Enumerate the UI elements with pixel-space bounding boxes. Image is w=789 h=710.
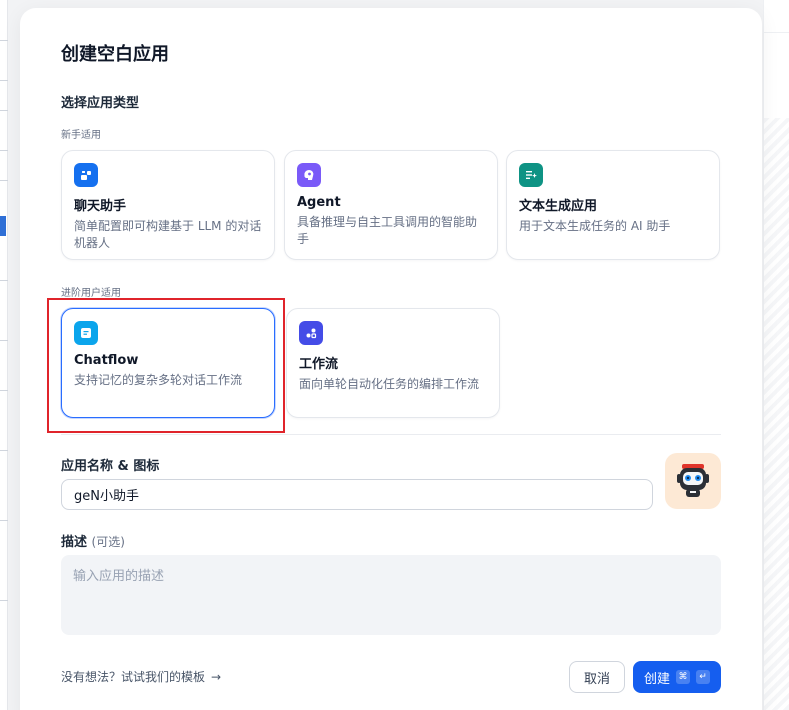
- app-name-label: 应用名称 & 图标: [61, 459, 160, 474]
- selection-highlight-box: [47, 298, 285, 433]
- description-optional-tag: (可选): [91, 535, 125, 549]
- workflow-icon: [299, 321, 323, 345]
- text-generation-icon: [519, 163, 543, 187]
- card-title: 文本生成应用: [519, 199, 598, 214]
- card-description: 简单配置即可构建基于 LLM 的对话机器人: [74, 219, 262, 250]
- card-description: 面向单轮自动化任务的编排工作流: [299, 377, 480, 391]
- background-panel: [763, 0, 789, 710]
- card-description: 用于文本生成任务的 AI 助手: [519, 219, 671, 233]
- background-selection-marker: [0, 216, 6, 236]
- template-link[interactable]: 没有想法？试试我们的模板 →: [61, 668, 221, 685]
- command-key-icon: ⌘: [676, 670, 690, 684]
- description-label-text: 描述: [61, 535, 88, 550]
- section-divider: [61, 434, 721, 435]
- app-type-card-agent[interactable]: Agent 具备推理与自主工具调用的智能助手: [284, 150, 498, 260]
- card-title: 聊天助手: [74, 199, 127, 214]
- robot-avatar-icon[interactable]: [665, 453, 721, 509]
- agent-brain-icon: [297, 163, 321, 187]
- background-sidebar: [0, 0, 8, 710]
- app-name-input[interactable]: [61, 479, 653, 510]
- description-label: 描述 (可选): [61, 531, 125, 550]
- modal-title: 创建空白应用: [61, 44, 169, 65]
- app-type-section-label: 选择应用类型: [61, 96, 140, 111]
- card-title: 工作流: [299, 357, 339, 372]
- app-type-card-chat-assistant[interactable]: 聊天助手 简单配置即可构建基于 LLM 的对话机器人: [61, 150, 275, 260]
- cancel-button[interactable]: 取消: [569, 661, 625, 693]
- chat-bot-icon: [74, 163, 98, 187]
- template-link-text: 没有想法？试试我们的模板: [61, 670, 206, 684]
- enter-key-icon: ↵: [696, 670, 710, 684]
- app-type-card-workflow[interactable]: 工作流 面向单轮自动化任务的编排工作流: [286, 308, 500, 418]
- description-textarea[interactable]: [61, 555, 721, 635]
- advanced-group-label: 进阶用户适用: [61, 288, 121, 299]
- card-description: 具备推理与自主工具调用的智能助手: [297, 215, 478, 246]
- beginner-group-label: 新手适用: [61, 130, 101, 141]
- card-title: Agent: [297, 195, 341, 210]
- cancel-button-label: 取消: [583, 671, 610, 687]
- create-app-modal: 创建空白应用 选择应用类型 新手适用 聊天助手 简单配置即可构建基于 LLM 的…: [20, 8, 762, 710]
- create-button[interactable]: 创建 ⌘ ↵: [633, 661, 721, 693]
- create-button-label: 创建: [643, 671, 670, 687]
- arrow-right-icon: →: [211, 669, 222, 684]
- app-type-card-text-generation[interactable]: 文本生成应用 用于文本生成任务的 AI 助手: [506, 150, 720, 260]
